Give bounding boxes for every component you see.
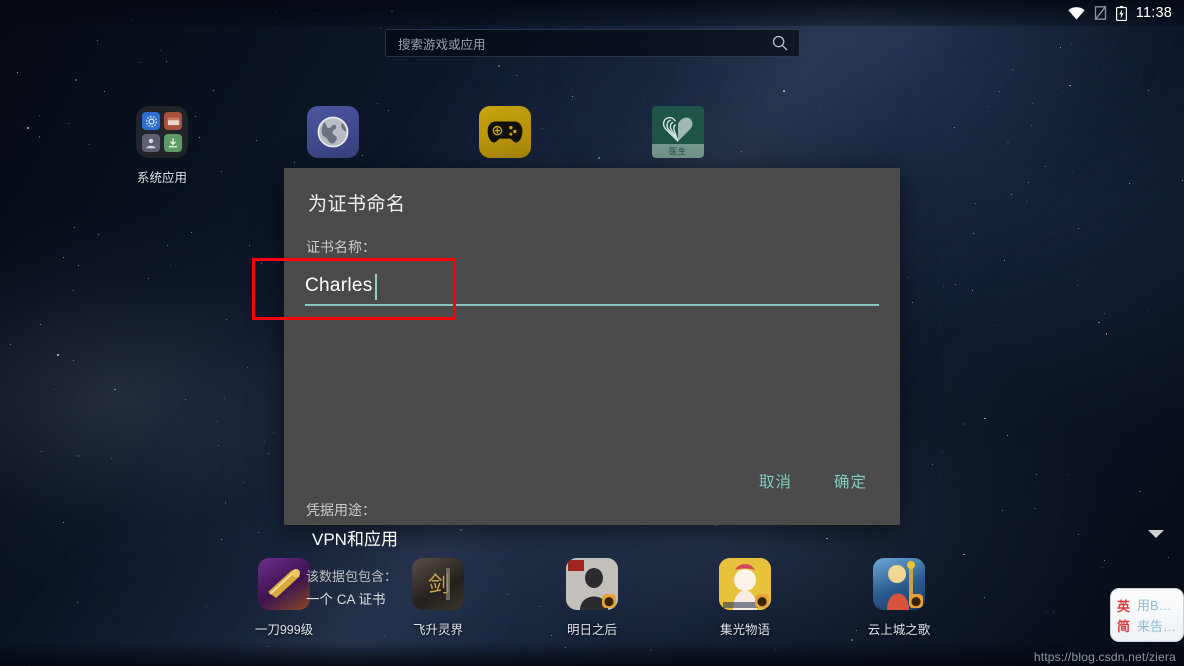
app-label: 云上城之歌: [867, 623, 931, 637]
app-game-center[interactable]: [453, 106, 557, 167]
app-label: 明日之后: [566, 623, 617, 637]
app-label: 飞升灵界: [412, 623, 463, 637]
health-tile-caption: 医生: [652, 144, 704, 158]
app-label: 系统应用: [136, 171, 187, 185]
confirm-button[interactable]: 确定: [834, 470, 867, 492]
battery-charging-icon: [1115, 5, 1127, 21]
app-game-5[interactable]: ⬤ 云上城之歌: [847, 558, 951, 638]
game-badge-icon: ⬤: [602, 594, 616, 608]
search-bar[interactable]: 搜索游戏或应用: [385, 29, 800, 57]
package-contains-value: 一个 CA 证书: [306, 592, 386, 607]
game-controller-icon[interactable]: [479, 106, 531, 158]
game-app-icon[interactable]: ⬤: [873, 558, 925, 610]
certificate-name-label: 证书名称：: [306, 239, 376, 255]
signal-no-sim-icon: [1094, 6, 1107, 20]
app-browser[interactable]: [281, 106, 385, 167]
ime-hint-line2: 来告…: [1137, 619, 1177, 634]
app-label: 集光物语: [719, 623, 770, 637]
settings-gear-icon: [142, 112, 160, 130]
chevron-down-icon[interactable]: [1148, 530, 1164, 538]
app-game-3[interactable]: ⬤ 明日之后: [540, 558, 644, 638]
name-certificate-dialog: 为证书命名 证书名称： Charles 凭据用途： VPN和应用 该数据包包含：…: [284, 168, 1164, 607]
watermark-text: https://blog.csdn.net/ziera: [1033, 650, 1176, 664]
credential-usage-label: 凭据用途：: [306, 502, 376, 518]
dialog-title: 为证书命名: [308, 194, 406, 215]
browser-globe-icon[interactable]: [307, 106, 359, 158]
status-bar: 11:38: [0, 0, 1184, 26]
ime-hint-line1: 用B…: [1137, 598, 1172, 613]
ime-mode-toggle[interactable]: 英 简: [1111, 589, 1136, 641]
contacts-person-icon: [142, 134, 160, 152]
dialog-actions: 取消 确定: [284, 470, 900, 492]
game-badge-icon: ⬤: [909, 594, 923, 608]
ime-mode-bottom: 简: [1116, 618, 1130, 634]
status-bar-clock: 11:38: [1135, 5, 1172, 21]
bottom-shade: [0, 642, 1184, 666]
wifi-icon: [1068, 6, 1085, 20]
app-game-4[interactable]: ⬤ 集光物语: [693, 558, 797, 638]
annotation-highlight-box: [252, 258, 456, 320]
folder-icon[interactable]: [136, 106, 188, 158]
game-badge-icon: ⬤: [755, 594, 769, 608]
package-contains-label: 该数据包包含：: [306, 569, 398, 584]
ime-mode-top: 英: [1116, 598, 1130, 614]
ime-hint: 用B… 来告…: [1136, 589, 1183, 641]
health-heart-icon[interactable]: 医生: [652, 106, 704, 158]
search-icon[interactable]: [768, 35, 799, 51]
game-app-icon[interactable]: [258, 558, 310, 610]
cancel-button[interactable]: 取消: [759, 470, 792, 492]
app-health[interactable]: 医生: [626, 106, 730, 167]
ime-floating-widget[interactable]: 英 简 用B… 来告…: [1110, 588, 1184, 642]
game-app-icon[interactable]: 剑: [412, 558, 464, 610]
red-app-icon: [164, 112, 182, 130]
app-label: 一刀999级: [254, 623, 314, 637]
game-app-icon[interactable]: ⬤: [719, 558, 771, 610]
downloads-icon: [164, 134, 182, 152]
search-input-placeholder[interactable]: 搜索游戏或应用: [386, 34, 768, 53]
app-folder-system[interactable]: 系统应用: [110, 106, 214, 186]
credential-usage-value[interactable]: VPN和应用: [312, 525, 398, 550]
game-app-icon[interactable]: ⬤: [566, 558, 618, 610]
app-game-2[interactable]: 剑 飞升灵界: [386, 558, 490, 638]
